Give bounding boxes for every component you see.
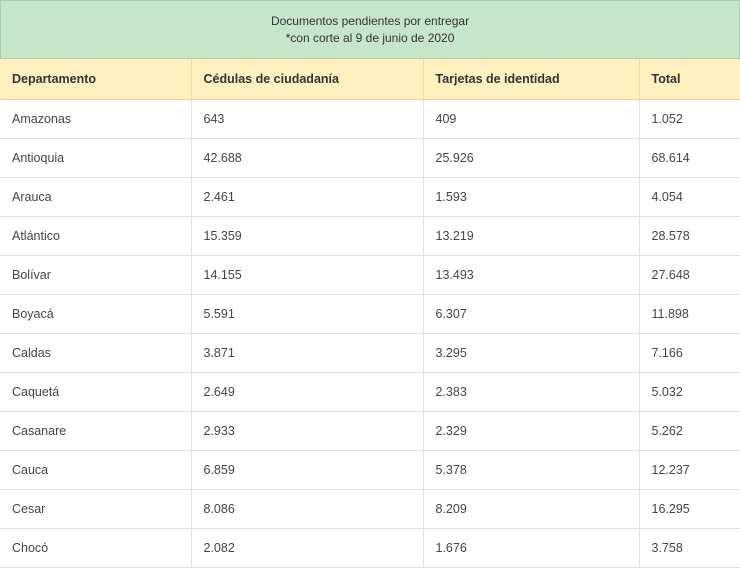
cell-departamento: Chocó xyxy=(0,528,192,568)
table-row: Casanare 2.933 2.329 5.262 xyxy=(0,411,740,451)
cell-total: 7.166 xyxy=(639,333,740,373)
cell-departamento: Caquetá xyxy=(0,372,192,412)
cell-total: 1.052 xyxy=(639,99,740,139)
cell-cedulas: 14.155 xyxy=(191,255,424,295)
cell-cedulas: 2.461 xyxy=(191,177,424,217)
cell-tarjetas: 2.383 xyxy=(423,372,640,412)
header-departamento: Departamento xyxy=(0,59,192,100)
cell-total: 3.758 xyxy=(639,528,740,568)
cell-cedulas: 3.871 xyxy=(191,333,424,373)
cell-cedulas: 5.591 xyxy=(191,294,424,334)
cell-cedulas: 2.933 xyxy=(191,411,424,451)
cell-departamento: Cesar xyxy=(0,489,192,529)
header-total: Total xyxy=(639,59,740,100)
cell-departamento: Bolívar xyxy=(0,255,192,295)
table-caption: Documentos pendientes por entregar *con … xyxy=(0,0,740,59)
cell-departamento: Antioquia xyxy=(0,138,192,178)
cell-total: 12.237 xyxy=(639,450,740,490)
caption-title: Documentos pendientes por entregar xyxy=(270,13,470,28)
cell-cedulas: 42.688 xyxy=(191,138,424,178)
cell-tarjetas: 8.209 xyxy=(423,489,640,529)
cell-tarjetas: 13.493 xyxy=(423,255,640,295)
cell-tarjetas: 5.378 xyxy=(423,450,640,490)
cell-tarjetas: 2.329 xyxy=(423,411,640,451)
cell-cedulas: 2.082 xyxy=(191,528,424,568)
table-row: Antioquia 42.688 25.926 68.614 xyxy=(0,138,740,178)
table-row: Caldas 3.871 3.295 7.166 xyxy=(0,333,740,373)
header-cedulas: Cédulas de ciudadanía xyxy=(191,59,424,100)
table-row: Amazonas 643 409 1.052 xyxy=(0,99,740,139)
table-row: Atlántico 15.359 13.219 28.578 xyxy=(0,216,740,256)
cell-departamento: Casanare xyxy=(0,411,192,451)
table-row: Caquetá 2.649 2.383 5.032 xyxy=(0,372,740,412)
documents-table-container: Documentos pendientes por entregar *con … xyxy=(0,0,740,573)
cell-tarjetas: 6.307 xyxy=(423,294,640,334)
cell-total: 28.578 xyxy=(639,216,740,256)
cell-departamento: Amazonas xyxy=(0,99,192,139)
cell-cedulas: 6.859 xyxy=(191,450,424,490)
cell-cedulas: 15.359 xyxy=(191,216,424,256)
cell-cedulas: 643 xyxy=(191,99,424,139)
cell-total: 16.295 xyxy=(639,489,740,529)
table-row: Arauca 2.461 1.593 4.054 xyxy=(0,177,740,217)
cell-cedulas: 8.086 xyxy=(191,489,424,529)
cell-tarjetas: 409 xyxy=(423,99,640,139)
cell-departamento: Arauca xyxy=(0,177,192,217)
header-tarjetas: Tarjetas de identidad xyxy=(423,59,640,100)
cell-tarjetas: 1.676 xyxy=(423,528,640,568)
cell-total: 5.032 xyxy=(639,372,740,412)
cell-cedulas: 2.649 xyxy=(191,372,424,412)
table-row: Cauca 6.859 5.378 12.237 xyxy=(0,450,740,490)
table-row: Chocó 2.082 1.676 3.758 xyxy=(0,528,740,568)
cell-total: 4.054 xyxy=(639,177,740,217)
cell-departamento: Caldas xyxy=(0,333,192,373)
header-row: Departamento Cédulas de ciudadanía Tarje… xyxy=(0,59,740,100)
cell-departamento: Atlántico xyxy=(0,216,192,256)
cell-tarjetas: 13.219 xyxy=(423,216,640,256)
cell-tarjetas: 3.295 xyxy=(423,333,640,373)
cell-total: 5.262 xyxy=(639,411,740,451)
cell-total: 11.898 xyxy=(639,294,740,334)
cell-total: 27.648 xyxy=(639,255,740,295)
cell-tarjetas: 1.593 xyxy=(423,177,640,217)
cell-departamento: Cauca xyxy=(0,450,192,490)
caption-subtitle: *con corte al 9 de junio de 2020 xyxy=(285,30,455,45)
table-row: Cesar 8.086 8.209 16.295 xyxy=(0,489,740,529)
cell-tarjetas: 25.926 xyxy=(423,138,640,178)
cell-total: 68.614 xyxy=(639,138,740,178)
documents-table: Departamento Cédulas de ciudadanía Tarje… xyxy=(0,59,740,568)
table-row: Bolívar 14.155 13.493 27.648 xyxy=(0,255,740,295)
cell-departamento: Boyacá xyxy=(0,294,192,334)
table-row: Boyacá 5.591 6.307 11.898 xyxy=(0,294,740,334)
